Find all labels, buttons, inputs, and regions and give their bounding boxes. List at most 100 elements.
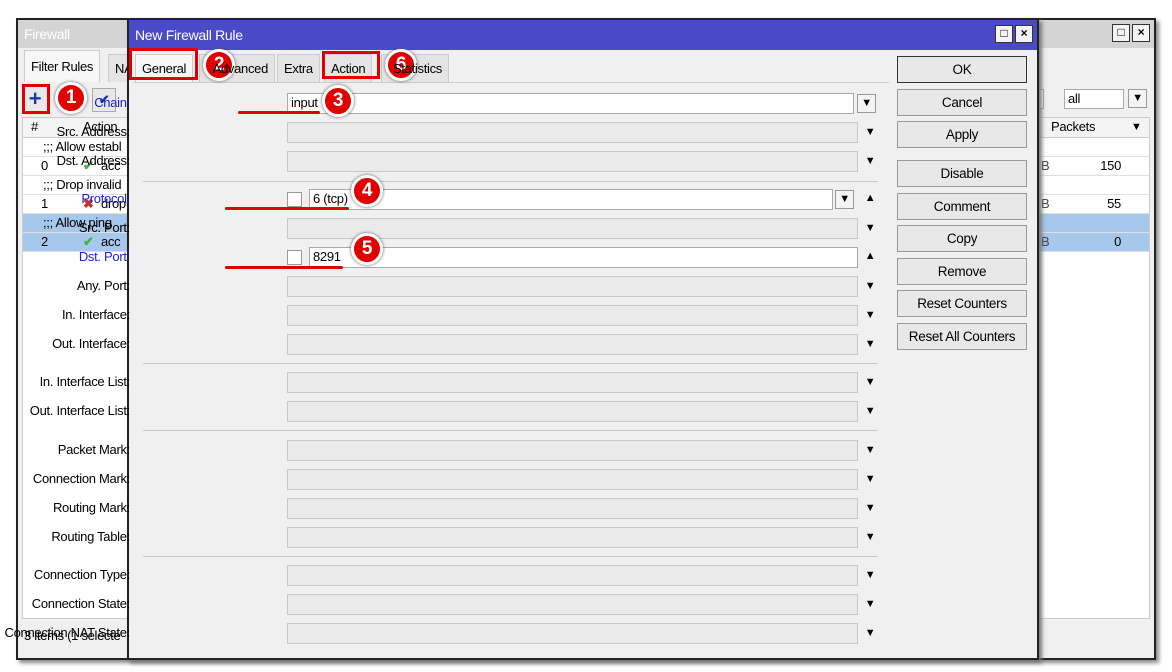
expand-arrow-icon[interactable]: ▼ — [864, 155, 876, 167]
connection-type-label: Connection Type: — [33, 567, 130, 582]
connection-nat-state-input[interactable] — [287, 623, 858, 644]
chain-dropdown-button[interactable]: ▼ — [857, 94, 876, 113]
annotation-badge-4: 4 — [351, 175, 383, 207]
close-button[interactable]: × — [1015, 25, 1033, 43]
reset-counters-button[interactable]: Reset Counters — [897, 290, 1027, 317]
chain-value: input — [291, 95, 318, 110]
protocol-negate-checkbox[interactable] — [287, 192, 302, 207]
new-firewall-rule-dialog: New Firewall Rule □ × General Advanced E… — [5, 18, 1039, 660]
dst-port-input[interactable]: 8291 — [309, 247, 858, 268]
maximize-button[interactable]: □ — [995, 25, 1013, 43]
expand-arrow-icon[interactable]: ▼ — [864, 502, 876, 514]
ok-button[interactable]: OK — [897, 56, 1027, 83]
close-button[interactable]: × — [1132, 24, 1150, 42]
collapse-arrow-icon[interactable]: ▲ — [864, 250, 876, 262]
any-port-label: Any. Port: — [76, 278, 130, 293]
src-port-label: Src. Port: — [78, 220, 130, 235]
expand-arrow-icon[interactable]: ▼ — [864, 338, 876, 350]
filter-value: all — [1068, 91, 1081, 106]
filter-dropdown-button[interactable]: ▼ — [1128, 89, 1147, 108]
connection-state-label: Connection State: — [31, 596, 131, 611]
connection-type-input[interactable] — [287, 565, 858, 586]
connection-mark-input[interactable] — [287, 469, 858, 490]
window-title: Firewall — [24, 26, 70, 42]
remove-button[interactable]: Remove — [897, 258, 1027, 285]
reset-all-counters-button[interactable]: Reset All Counters — [897, 323, 1027, 350]
disable-button[interactable]: Disable — [897, 160, 1027, 187]
annotation-badge-3: 3 — [322, 85, 354, 117]
expand-arrow-icon[interactable]: ▼ — [864, 473, 876, 485]
section-divider — [143, 430, 878, 431]
expand-arrow-icon[interactable]: ▼ — [864, 309, 876, 321]
src-address-label: Src. Address: — [56, 124, 131, 139]
tab-advanced-label: Advanced — [212, 61, 269, 76]
in-interface-label: In. Interface: — [61, 307, 130, 322]
tab-filter-rules[interactable]: Filter Rules — [24, 50, 101, 82]
expand-arrow-icon[interactable]: ▼ — [864, 405, 876, 417]
annotation-box-add — [22, 84, 50, 114]
cancel-button[interactable]: Cancel — [897, 89, 1027, 116]
packets-cell: 0 — [1114, 234, 1121, 249]
annotation-underline-dst-port — [225, 266, 343, 269]
routing-table-input[interactable] — [287, 527, 858, 548]
expand-arrow-icon[interactable]: ▼ — [864, 376, 876, 388]
protocol-dropdown-button[interactable]: ▼ — [835, 190, 854, 209]
apply-button[interactable]: Apply — [897, 121, 1027, 148]
packets-cell: 55 — [1107, 196, 1121, 211]
any-port-input[interactable] — [287, 276, 858, 297]
expand-arrow-icon[interactable]: ▼ — [864, 531, 876, 543]
in-interface-list-input[interactable] — [287, 372, 858, 393]
protocol-value: 6 (tcp) — [313, 191, 348, 206]
dst-port-negate-checkbox[interactable] — [287, 250, 302, 265]
expand-arrow-icon[interactable]: ▼ — [864, 627, 876, 639]
bytes-cell: B — [1041, 158, 1050, 173]
bytes-cell: B — [1041, 234, 1050, 249]
out-interface-list-input[interactable] — [287, 401, 858, 422]
dst-port-label[interactable]: Dst. Port: — [0, 247, 130, 267]
general-panel: Chain: input ▼ Src. Address: ▼ Dst. Address… — [5, 82, 889, 656]
out-interface-list-label: Out. Interface List: — [29, 403, 131, 418]
connection-mark-label: Connection Mark: — [32, 471, 130, 486]
expand-arrow-icon[interactable]: ▼ — [864, 126, 876, 138]
out-interface-input[interactable] — [287, 334, 858, 355]
connection-nat-state-label: Connection NAT State: — [4, 625, 131, 640]
expand-arrow-icon[interactable]: ▼ — [864, 444, 876, 456]
annotation-badge-5: 5 — [351, 233, 383, 265]
dialog-title-bar: New Firewall Rule — [129, 20, 1037, 50]
src-address-input[interactable] — [287, 122, 858, 143]
copy-button[interactable]: Copy — [897, 225, 1027, 252]
packets-cell: 150 — [1100, 158, 1121, 173]
routing-mark-input[interactable] — [287, 498, 858, 519]
col-packets[interactable]: Packets — [1051, 118, 1095, 136]
in-interface-input[interactable] — [287, 305, 858, 326]
tab-extra[interactable]: Extra — [277, 54, 320, 82]
protocol-label[interactable]: Protocol: — [0, 189, 130, 209]
dst-address-label: Dst. Address: — [56, 153, 131, 168]
filter-select[interactable]: all — [1064, 89, 1124, 109]
expand-arrow-icon[interactable]: ▼ — [864, 598, 876, 610]
connection-state-input[interactable] — [287, 594, 858, 615]
collapse-arrow-icon[interactable]: ▲ — [864, 192, 876, 204]
dst-port-value: 8291 — [313, 249, 341, 264]
comment-button[interactable]: Comment — [897, 193, 1027, 220]
annotation-badge-1: 1 — [55, 82, 87, 114]
expand-arrow-icon[interactable]: ▼ — [864, 280, 876, 292]
expand-arrow-icon[interactable]: ▼ — [864, 222, 876, 234]
in-interface-list-label: In. Interface List: — [39, 374, 131, 389]
dst-address-input[interactable] — [287, 151, 858, 172]
annotation-box-action — [322, 51, 380, 79]
expand-arrow-icon[interactable]: ▼ — [864, 569, 876, 581]
annotation-underline-protocol — [225, 207, 349, 210]
columns-dropdown-icon[interactable]: ▼ — [1131, 118, 1142, 136]
protocol-input[interactable]: 6 (tcp) — [309, 189, 833, 210]
chain-input[interactable]: input — [287, 93, 854, 114]
section-divider — [143, 556, 878, 557]
section-divider — [143, 181, 878, 182]
routing-table-label: Routing Table: — [51, 529, 130, 544]
dialog-title: New Firewall Rule — [135, 27, 243, 43]
annotation-underline-chain — [238, 111, 320, 114]
packet-mark-input[interactable] — [287, 440, 858, 461]
maximize-button[interactable]: □ — [1112, 24, 1130, 42]
annotation-box-general — [129, 48, 198, 80]
packet-mark-label: Packet Mark: — [57, 442, 131, 457]
